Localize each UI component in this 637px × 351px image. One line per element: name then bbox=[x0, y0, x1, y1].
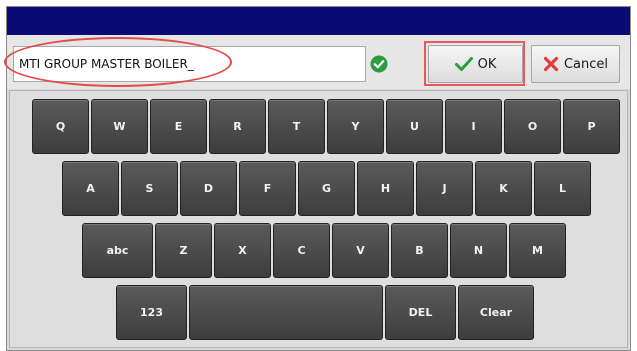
key-m[interactable]: M bbox=[509, 223, 566, 278]
key-space[interactable] bbox=[189, 285, 383, 340]
key-e[interactable]: E bbox=[150, 99, 207, 154]
key-f[interactable]: F bbox=[239, 161, 296, 216]
key-i[interactable]: I bbox=[445, 99, 502, 154]
key-x[interactable]: X bbox=[214, 223, 271, 278]
key-w[interactable]: W bbox=[91, 99, 148, 154]
key-d[interactable]: D bbox=[180, 161, 237, 216]
key-l[interactable]: L bbox=[534, 161, 591, 216]
ok-button[interactable]: OK bbox=[428, 45, 523, 83]
title-bar bbox=[7, 7, 630, 35]
key-r[interactable]: R bbox=[209, 99, 266, 154]
key-clear[interactable]: Clear bbox=[458, 285, 534, 340]
key-j[interactable]: J bbox=[416, 161, 473, 216]
key-n[interactable]: N bbox=[450, 223, 507, 278]
key-p[interactable]: P bbox=[563, 99, 620, 154]
ok-label: OK bbox=[477, 56, 497, 72]
keyboard-dialog: MTI GROUP MASTER BOILER_ OK Cancel Q W E… bbox=[4, 6, 631, 351]
key-q[interactable]: Q bbox=[32, 99, 89, 154]
key-g[interactable]: G bbox=[298, 161, 355, 216]
cancel-button[interactable]: Cancel bbox=[531, 45, 620, 83]
key-123[interactable]: 123 bbox=[116, 285, 187, 340]
input-row: MTI GROUP MASTER BOILER_ OK Cancel bbox=[4, 35, 630, 89]
key-v[interactable]: V bbox=[332, 223, 389, 278]
key-z[interactable]: Z bbox=[155, 223, 212, 278]
check-circle-icon bbox=[370, 55, 388, 73]
key-h[interactable]: H bbox=[357, 161, 414, 216]
key-abc[interactable]: abc bbox=[82, 223, 153, 278]
key-a[interactable]: A bbox=[62, 161, 119, 216]
key-t[interactable]: T bbox=[268, 99, 325, 154]
key-del[interactable]: DEL bbox=[385, 285, 456, 340]
close-icon bbox=[543, 56, 559, 72]
key-u[interactable]: U bbox=[386, 99, 443, 154]
key-c[interactable]: C bbox=[273, 223, 330, 278]
cancel-label: Cancel bbox=[563, 56, 609, 72]
key-k[interactable]: K bbox=[475, 161, 532, 216]
key-s[interactable]: S bbox=[121, 161, 178, 216]
key-y[interactable]: Y bbox=[327, 99, 384, 154]
key-o[interactable]: O bbox=[504, 99, 561, 154]
on-screen-keyboard: Q W E R T Y U I O P A S D F G H J K L ab… bbox=[9, 90, 628, 348]
key-b[interactable]: B bbox=[391, 223, 448, 278]
text-input[interactable]: MTI GROUP MASTER BOILER_ bbox=[13, 46, 366, 82]
checkmark-icon bbox=[454, 57, 473, 71]
